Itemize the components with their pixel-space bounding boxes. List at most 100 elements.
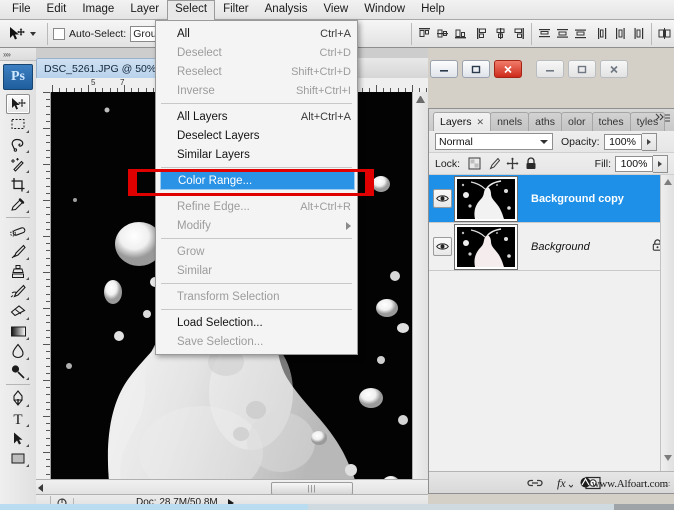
eye-icon[interactable]: [432, 189, 452, 208]
layers-scrollbar[interactable]: [660, 175, 674, 473]
menu-item-window[interactable]: Window: [356, 0, 413, 19]
document-close-button[interactable]: [494, 60, 522, 78]
menu-item-refine-edge[interactable]: Refine Edge... Alt+Ctrl+R: [156, 197, 357, 216]
scroll-up-arrow-icon[interactable]: [663, 179, 672, 185]
crop-tool[interactable]: [6, 174, 30, 194]
menu-item-file[interactable]: File: [4, 0, 39, 19]
eye-icon[interactable]: [432, 237, 452, 256]
brush-tool[interactable]: [6, 241, 30, 261]
layer-thumbnail[interactable]: [454, 175, 518, 222]
scroll-left-arrow-icon[interactable]: [38, 484, 43, 492]
gradient-tool[interactable]: [6, 321, 30, 341]
menu-item-reselect[interactable]: Reselect Shift+Ctrl+D: [156, 62, 357, 81]
menu-item-edit[interactable]: Edit: [39, 0, 75, 19]
rectangle-shape-tool[interactable]: [6, 448, 30, 468]
document-maximize-button[interactable]: [462, 60, 490, 78]
scroll-up-arrow-icon[interactable]: [416, 95, 425, 103]
canvas-vertical-scrollbar[interactable]: [412, 92, 428, 496]
menu-item-color-range[interactable]: Color Range...: [160, 171, 355, 190]
panel-tab-tches[interactable]: tches: [591, 112, 631, 131]
menu-item-deselect[interactable]: Deselect Ctrl+D: [156, 43, 357, 62]
layer-thumbnail[interactable]: [454, 223, 518, 270]
layer-visibility-toggle[interactable]: [429, 189, 455, 208]
distribute-horizontal-centers-icon[interactable]: [613, 26, 628, 41]
fill-value[interactable]: 100%: [615, 155, 653, 172]
menu-item-view[interactable]: View: [315, 0, 356, 19]
menu-item-image[interactable]: Image: [74, 0, 122, 19]
blur-tool[interactable]: [6, 341, 30, 361]
align-vertical-centers-icon[interactable]: [435, 26, 450, 41]
app-maximize-button[interactable]: [568, 60, 596, 78]
menu-item-modify[interactable]: Modify: [156, 216, 357, 235]
menu-item-transform-selection[interactable]: Transform Selection: [156, 287, 357, 306]
menu-item-grow[interactable]: Grow: [156, 242, 357, 261]
document-minimize-button[interactable]: [430, 60, 458, 78]
menu-item-all-layers[interactable]: All Layers Alt+Ctrl+A: [156, 107, 357, 126]
app-close-button[interactable]: [600, 60, 628, 78]
menu-item-filter[interactable]: Filter: [215, 0, 257, 19]
canvas-horizontal-scrollbar[interactable]: |||: [36, 479, 428, 495]
lock-transparent-pixels-icon[interactable]: [468, 157, 481, 170]
menu-item-similar-layers[interactable]: Similar Layers: [156, 145, 357, 164]
document-tab[interactable]: DSC_5261.JPG @ 50%: [36, 58, 165, 78]
panel-tab-olor[interactable]: olor: [561, 112, 593, 131]
lock-position-icon[interactable]: [506, 157, 519, 170]
align-horizontal-centers-icon[interactable]: [493, 26, 508, 41]
eyedropper-tool[interactable]: [6, 194, 30, 214]
link-layers-icon[interactable]: [527, 477, 543, 489]
path-selection-tool[interactable]: [6, 428, 30, 448]
layer-visibility-toggle[interactable]: [429, 237, 455, 256]
menu-item-help[interactable]: Help: [413, 0, 453, 19]
auto-align-layers-icon[interactable]: [657, 26, 672, 41]
tools-panel-collapse[interactable]: »»: [0, 48, 36, 61]
fill-stepper[interactable]: [653, 154, 668, 173]
menu-item-similar[interactable]: Similar: [156, 261, 357, 280]
blend-mode-dropdown[interactable]: Normal: [435, 133, 553, 150]
spot-healing-brush-tool[interactable]: [6, 221, 30, 241]
panel-menu-button[interactable]: [655, 111, 671, 125]
layer-row[interactable]: Background copy: [429, 175, 674, 223]
magic-wand-tool[interactable]: [6, 154, 30, 174]
menu-item-load-selection[interactable]: Load Selection...: [156, 313, 357, 332]
menu-item-analysis[interactable]: Analysis: [257, 0, 316, 19]
menu-item-inverse[interactable]: Inverse Shift+Ctrl+I: [156, 81, 357, 100]
opacity-value[interactable]: 100%: [603, 133, 642, 150]
lock-image-pixels-icon[interactable]: [487, 157, 501, 170]
menu-item-all[interactable]: All Ctrl+A: [156, 24, 357, 43]
app-minimize-button[interactable]: [536, 60, 564, 78]
auto-select-checkbox[interactable]: [53, 27, 65, 40]
distribute-right-edges-icon[interactable]: [631, 26, 646, 41]
menu-item-deselect-layers[interactable]: Deselect Layers: [156, 126, 357, 145]
eraser-tool[interactable]: [6, 301, 30, 321]
align-right-edges-icon[interactable]: [511, 26, 526, 41]
add-layer-style-icon[interactable]: fx: [555, 476, 573, 490]
pen-tool[interactable]: [6, 388, 30, 408]
menu-item-save-selection[interactable]: Save Selection...: [156, 332, 357, 351]
distribute-bottom-edges-icon[interactable]: [573, 26, 588, 41]
panel-tab-layers[interactable]: Layers ✕: [433, 112, 492, 131]
distribute-left-edges-icon[interactable]: [595, 26, 610, 41]
lock-all-icon[interactable]: [525, 157, 537, 170]
panel-tab-nnels[interactable]: nnels: [490, 112, 530, 131]
rectangular-marquee-tool[interactable]: [6, 114, 30, 134]
history-brush-tool[interactable]: [6, 281, 30, 301]
close-icon[interactable]: ✕: [477, 117, 485, 128]
distribute-vertical-centers-icon[interactable]: [555, 26, 570, 41]
align-bottom-edges-icon[interactable]: [453, 26, 468, 41]
move-tool-options[interactable]: [0, 21, 42, 47]
panel-tab-aths[interactable]: aths: [528, 112, 563, 131]
layer-row[interactable]: Background: [429, 223, 674, 271]
dodge-tool[interactable]: [6, 361, 30, 381]
clone-stamp-tool[interactable]: [6, 261, 30, 281]
opacity-stepper[interactable]: [641, 132, 657, 151]
type-tool[interactable]: T: [6, 408, 30, 428]
scroll-down-arrow-icon[interactable]: [663, 455, 672, 461]
lasso-tool[interactable]: [6, 134, 30, 154]
chevron-down-icon[interactable]: [30, 31, 36, 36]
distribute-top-edges-icon[interactable]: [537, 26, 552, 41]
move-tool[interactable]: [6, 94, 30, 114]
align-left-edges-icon[interactable]: [475, 26, 490, 41]
menu-item-select[interactable]: Select: [167, 0, 216, 20]
menu-item-layer[interactable]: Layer: [122, 0, 167, 19]
align-top-edges-icon[interactable]: [417, 26, 432, 41]
